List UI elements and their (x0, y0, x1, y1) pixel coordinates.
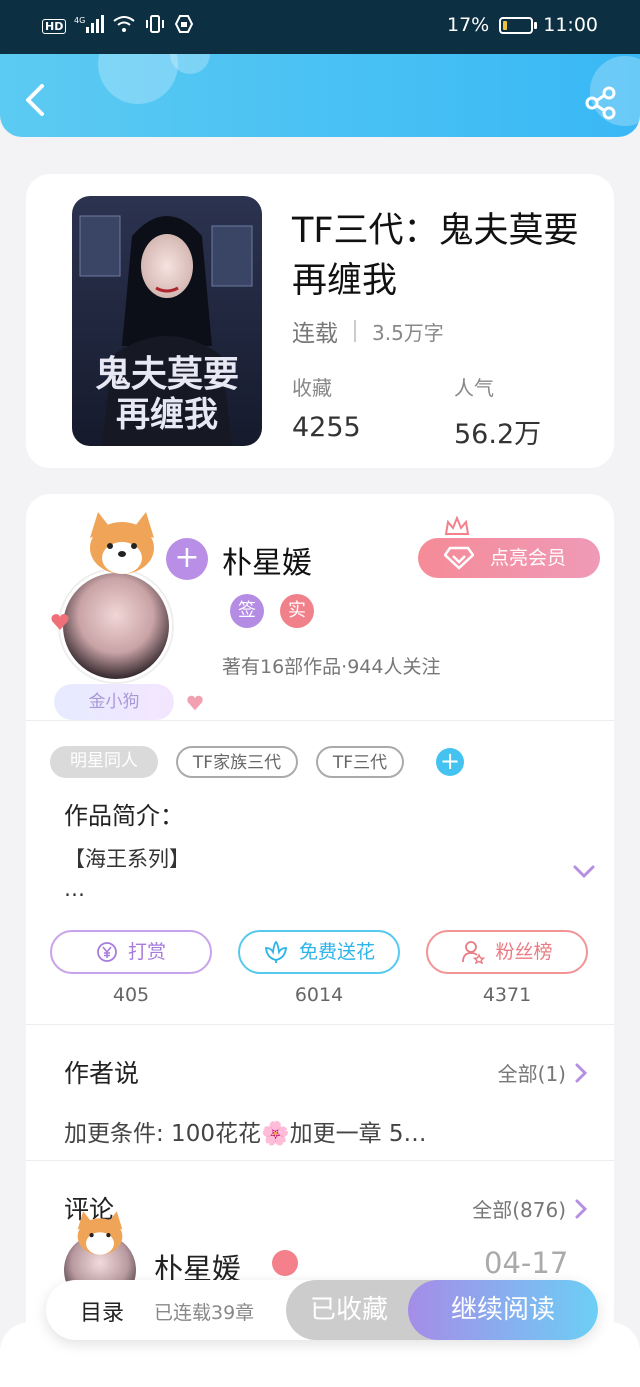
status-right: 17% 11:00 (447, 14, 598, 36)
share-icon (585, 86, 616, 120)
status-left: HD 4G (42, 14, 194, 38)
fan-count: 4371 (482, 984, 532, 1006)
author-avatar-group[interactable]: + 金小狗 (50, 508, 210, 720)
table-of-contents-button[interactable]: 目录 (80, 1295, 124, 1327)
tip-button[interactable]: 打赏 (50, 930, 212, 974)
tip-count: 405 (112, 984, 150, 1006)
battery-percent: 17% (447, 14, 490, 36)
favorited-label: 已收藏 (309, 1295, 388, 1325)
divider (354, 320, 356, 342)
divider (26, 1024, 614, 1025)
wifi-icon (112, 15, 136, 37)
chevron-right-icon (575, 1063, 588, 1082)
battery-icon (499, 16, 538, 34)
intro-body: 【海王系列】 (64, 847, 190, 871)
favorites-label: 收藏 (292, 376, 332, 400)
continue-reading-button[interactable]: 继续阅读 (408, 1280, 598, 1340)
share-button[interactable] (584, 86, 618, 120)
chapter-count: 已连载39章 (154, 1302, 255, 1324)
avatar[interactable] (60, 570, 172, 682)
follow-author-button[interactable]: + (166, 538, 208, 580)
vip-diamond-icon (272, 1250, 298, 1276)
flower-count: 6014 (294, 984, 344, 1006)
tip-label: 打赏 (127, 941, 166, 963)
intro-text[interactable]: 【海王系列】 … (64, 844, 190, 904)
signal-4g-icon: 4G (74, 15, 105, 37)
cover-title-line1: 鬼夫莫要 (95, 353, 239, 395)
cover-title-line2: 再缠我 (116, 395, 218, 435)
signed-badge: 签 (230, 594, 264, 628)
author-card: + 金小狗 朴星媛 点亮会员 签 实 著有16部作品·944人关注 明星同人 T… (26, 494, 614, 1387)
serial-status: 连载 (292, 321, 338, 347)
chevron-down-icon[interactable] (572, 864, 596, 880)
decor-bubble (98, 54, 178, 104)
comments-all-link[interactable]: 全部(876) (472, 1194, 588, 1223)
heart-icon (51, 614, 69, 630)
author-says-all-label: 全部(1) (497, 1062, 566, 1086)
status-bar: HD 4G 17% 11:00 (0, 0, 640, 54)
book-cover[interactable]: 鬼夫莫要 再缠我 (72, 196, 262, 446)
favorites-value: 4255 (292, 412, 361, 443)
vibrate-icon (144, 15, 166, 37)
flower-icon (264, 940, 287, 963)
fan-ranking-label: 粉丝榜 (495, 941, 553, 963)
tag-celebrity-fanfic[interactable]: 明星同人 (50, 746, 158, 778)
vpn-icon (174, 14, 194, 38)
svg-text:4G: 4G (74, 16, 85, 25)
divider (26, 720, 614, 721)
battery-level (503, 20, 508, 30)
word-count: 3.5万字 (372, 320, 444, 345)
fan-ranking-button[interactable]: 粉丝榜 (426, 930, 588, 974)
flower-label: 免费送花 (298, 941, 375, 963)
author-says-all-link[interactable]: 全部(1) (498, 1058, 588, 1087)
popularity-value: 56.2万 (454, 419, 542, 450)
intro-heading: 作品简介： (64, 802, 184, 830)
comments-all-label: 全部(876) (472, 1198, 566, 1222)
add-tag-button[interactable]: + (436, 748, 464, 776)
vip-button-label: 点亮会员 (490, 547, 567, 569)
chevron-left-icon (26, 84, 44, 116)
book-status-row: 连载 3.5万字 (292, 314, 444, 348)
tag-tf-family-3[interactable]: TF家族三代 (176, 746, 298, 778)
corgi-frame-icon (77, 1211, 123, 1255)
popularity-label: 人气 (454, 376, 494, 400)
book-title: TF三代：鬼夫莫要再缠我 (292, 211, 579, 301)
back-button[interactable] (20, 80, 50, 120)
book-info-card: 鬼夫莫要 再缠我 TF三代：鬼夫莫要再缠我 连载 3.5万字 收藏 4255 人… (26, 174, 614, 468)
yen-coin-icon (97, 942, 117, 962)
heart-icon (187, 695, 203, 711)
fan-ranking-icon (462, 941, 486, 964)
chevron-right-icon (575, 1199, 588, 1218)
divider (26, 1160, 614, 1161)
send-flower-button[interactable]: 免费送花 (238, 930, 400, 974)
clock: 11:00 (543, 14, 598, 36)
diamond-icon (444, 546, 474, 570)
vip-membership-button[interactable]: 点亮会员 (418, 538, 600, 578)
author-says-heading: 作者说 (64, 1059, 140, 1088)
tag-tf-3[interactable]: TF三代 (316, 746, 404, 778)
bottom-action-bar: 目录 已连载39章 已收藏 继续阅读 (46, 1280, 598, 1340)
author-name[interactable]: 朴星媛 (222, 538, 312, 582)
verified-badge: 实 (280, 594, 314, 628)
intro-ellipsis: … (64, 877, 85, 901)
top-header (0, 54, 640, 137)
comment-date: 04-17 (484, 1246, 569, 1280)
hd-icon: HD (42, 18, 67, 34)
author-says-text[interactable]: 加更条件: 100花花🌸加更一章 5… (64, 1114, 427, 1148)
corgi-frame-icon (90, 512, 154, 574)
fan-badge: 金小狗 (54, 684, 174, 720)
author-stats: 著有16部作品·944人关注 (222, 656, 441, 678)
crown-icon (444, 516, 470, 535)
